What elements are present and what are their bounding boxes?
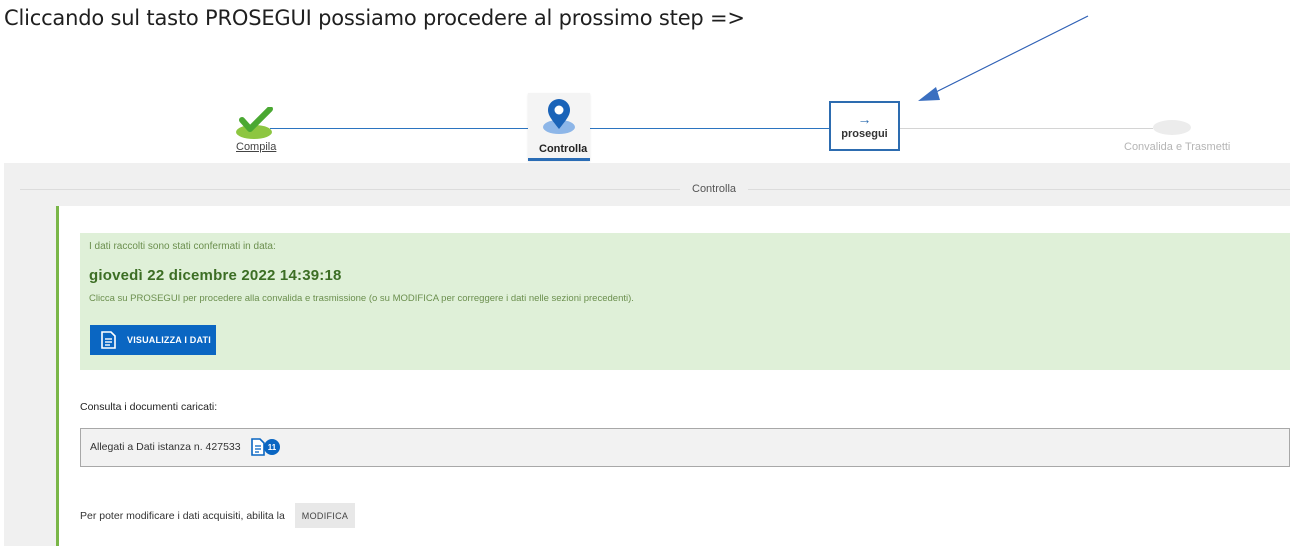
annotation-arrow-line xyxy=(927,15,1089,97)
confirmation-instructions: Clicca su PROSEGUI per procedere alla co… xyxy=(89,293,634,304)
section-divider xyxy=(20,189,1290,190)
modifica-button[interactable]: MODIFICA xyxy=(295,503,355,528)
content-accent-border xyxy=(56,206,59,546)
document-icon xyxy=(101,331,116,349)
location-pin-icon xyxy=(543,99,575,134)
prosegui-label: prosegui xyxy=(841,128,888,140)
annotation-arrow-head xyxy=(918,87,940,101)
attachments-count-badge: 11 xyxy=(264,439,280,455)
prosegui-button[interactable]: → prosegui xyxy=(829,101,900,151)
confirmation-intro: I dati raccolti sono stati confermati in… xyxy=(89,241,276,252)
modify-hint: Per poter modificare i dati acquisiti, a… xyxy=(80,510,285,522)
stepper-line-2 xyxy=(590,128,829,129)
step-placeholder-icon xyxy=(1153,120,1191,135)
documents-title: Consulta i documenti caricati: xyxy=(80,401,218,413)
stepper-line-1 xyxy=(270,128,528,129)
step-label-convalida: Convalida e Trasmetti xyxy=(1124,141,1231,153)
confirmation-date: giovedì 22 dicembre 2022 14:39:18 xyxy=(89,267,342,284)
step-label-compila[interactable]: Compila xyxy=(236,141,276,153)
documents-item-label: Allegati a Dati istanza n. 427533 xyxy=(90,441,241,453)
arrow-right-icon: → xyxy=(857,111,872,127)
stepper-line-3 xyxy=(900,128,1153,129)
view-data-label: VISUALIZZA I DATI xyxy=(127,335,211,345)
view-data-button[interactable]: VISUALIZZA I DATI xyxy=(90,325,216,355)
step-label-controlla: Controlla xyxy=(539,143,588,155)
check-icon xyxy=(236,106,273,139)
step-compila[interactable] xyxy=(234,106,278,139)
section-title: Controlla xyxy=(680,183,749,195)
